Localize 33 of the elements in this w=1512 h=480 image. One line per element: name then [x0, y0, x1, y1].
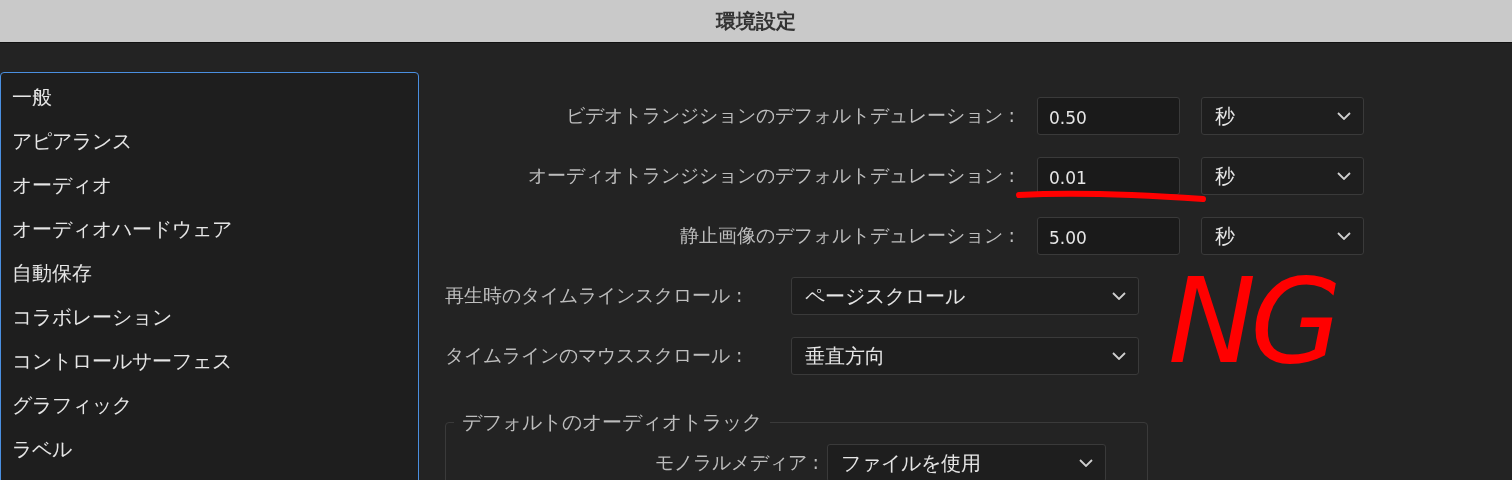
- chevron-icon: [1112, 352, 1126, 360]
- category-item[interactable]: 自動保存: [12, 258, 418, 288]
- chevron-icon: [1112, 292, 1126, 300]
- setting-label: オーディオトランジションのデフォルトデュレーション :: [526, 163, 1016, 188]
- chevron-icon: [1337, 112, 1351, 120]
- category-item[interactable]: 一般: [12, 82, 418, 112]
- unit-dropdown[interactable]: 秒: [1201, 157, 1364, 195]
- chevron-icon: [1337, 172, 1351, 180]
- option-dropdown[interactable]: ページスクロール: [791, 277, 1139, 315]
- setting-label: 静止画像のデフォルトデュレーション :: [678, 223, 1016, 248]
- category-item[interactable]: オーディオ: [12, 170, 418, 200]
- option-dropdown[interactable]: ファイルを使用: [827, 444, 1106, 480]
- chevron-icon: [1337, 232, 1351, 240]
- category-item[interactable]: グラフィック: [12, 390, 418, 420]
- setting-label: タイムラインのマウススクロール :: [445, 343, 744, 368]
- unit-dropdown[interactable]: 秒: [1201, 217, 1364, 255]
- category-item[interactable]: オーディオハードウェア: [12, 214, 418, 244]
- unit-dropdown[interactable]: 秒: [1201, 97, 1364, 135]
- setting-label: ビデオトランジションのデフォルトデュレーション :: [564, 103, 1016, 128]
- category-item[interactable]: ラベル: [12, 434, 418, 464]
- group-title: デフォルトのオーディオトラック: [461, 409, 763, 436]
- duration-field[interactable]: 0.50: [1037, 97, 1180, 135]
- duration-field[interactable]: 5.00: [1037, 217, 1180, 255]
- duration-field[interactable]: 0.01: [1037, 157, 1180, 195]
- setting-label: 再生時のタイムラインスクロール :: [445, 283, 744, 308]
- category-item[interactable]: アピアランス: [12, 126, 418, 156]
- chevron-icon: [1079, 459, 1093, 467]
- option-dropdown[interactable]: 垂直方向: [791, 337, 1139, 375]
- setting-label: モノラルメディア :: [653, 450, 820, 475]
- handwritten-note: NG: [1168, 262, 1336, 380]
- window-title: 環境設定: [716, 7, 796, 35]
- category-item[interactable]: コラボレーション: [12, 302, 418, 332]
- category-item[interactable]: コントロールサーフェス: [12, 346, 418, 376]
